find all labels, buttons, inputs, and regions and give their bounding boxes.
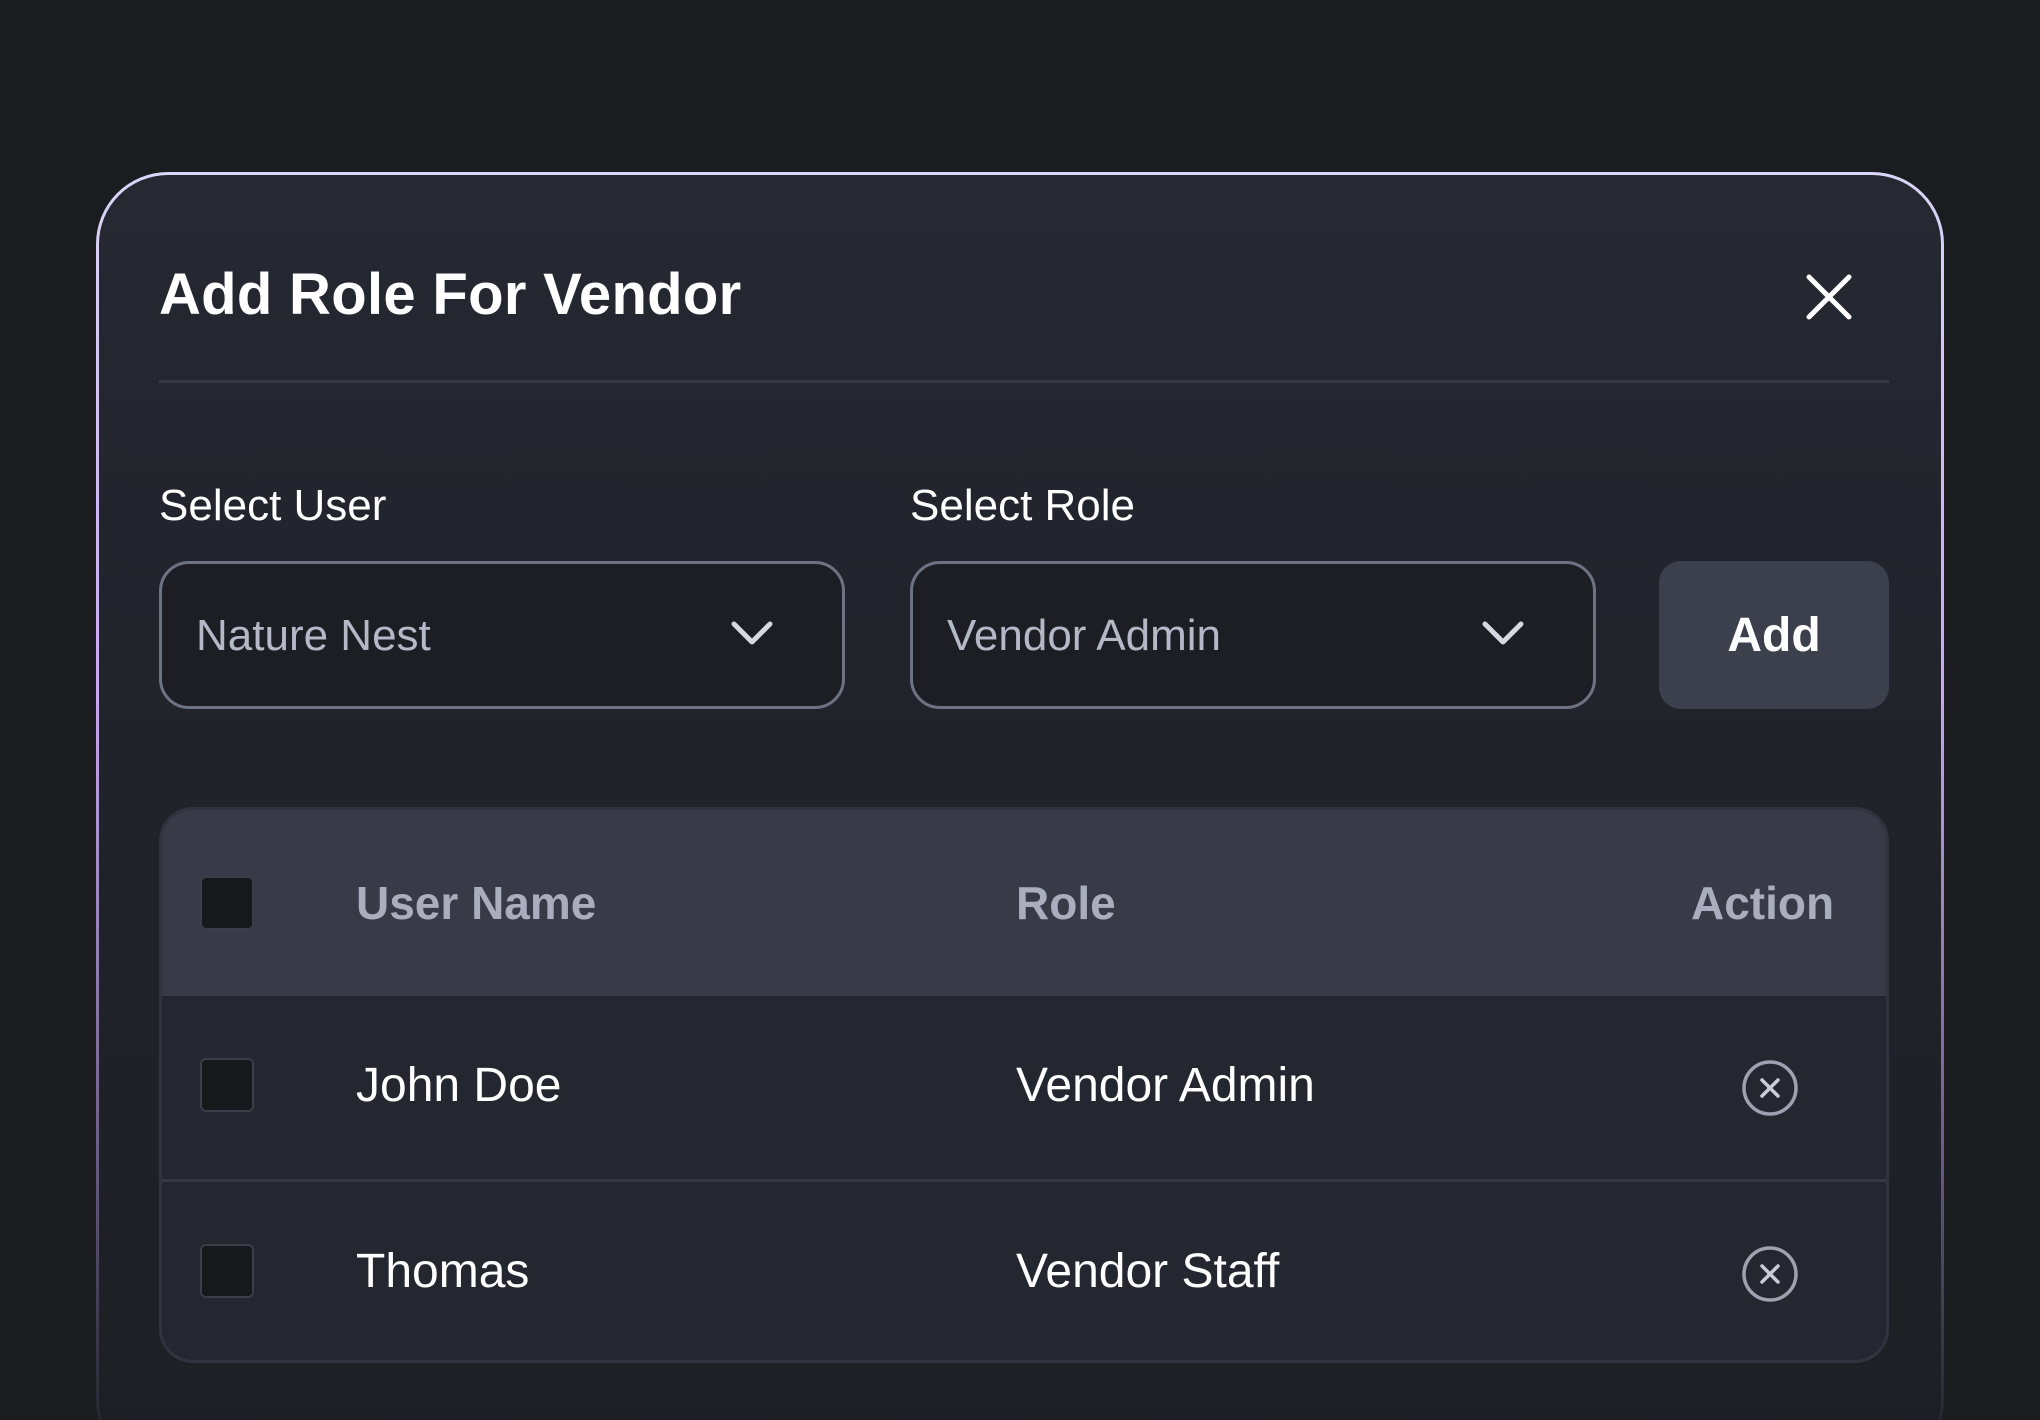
column-header-role: Role bbox=[1016, 877, 1116, 929]
select-user-value: Nature Nest bbox=[196, 611, 431, 660]
remove-role-button[interactable] bbox=[1740, 1244, 1800, 1304]
user-name-cell: Thomas bbox=[356, 1245, 530, 1298]
header-divider bbox=[159, 380, 1889, 383]
select-user-label: Select User bbox=[159, 481, 387, 530]
close-button[interactable] bbox=[1799, 267, 1859, 327]
screen-background: Add Role For Vendor Select User Nature N… bbox=[0, 0, 2040, 1420]
column-header-action: Action bbox=[1691, 877, 1835, 929]
add-button[interactable]: Add bbox=[1659, 561, 1889, 709]
column-header-user-name: User Name bbox=[356, 877, 597, 929]
chevron-down-icon bbox=[1482, 621, 1524, 645]
remove-circle-icon bbox=[1742, 1246, 1798, 1302]
select-role-label: Select Role bbox=[910, 481, 1136, 530]
user-name-cell: John Doe bbox=[356, 1059, 562, 1112]
table-header: User Name Role Action bbox=[162, 810, 1886, 996]
select-all-checkbox[interactable] bbox=[200, 876, 254, 930]
table-row: Thomas Vendor Staff bbox=[162, 1182, 1886, 1360]
modal-title: Add Role For Vendor bbox=[159, 262, 742, 327]
select-role-dropdown[interactable]: Vendor Admin bbox=[910, 561, 1596, 709]
role-cell: Vendor Staff bbox=[1016, 1245, 1280, 1298]
row-checkbox[interactable] bbox=[200, 1058, 254, 1112]
select-role-value: Vendor Admin bbox=[947, 611, 1221, 660]
chevron-down-icon bbox=[731, 621, 773, 645]
table-row: John Doe Vendor Admin bbox=[162, 996, 1886, 1179]
remove-circle-icon bbox=[1742, 1060, 1798, 1116]
select-user-dropdown[interactable]: Nature Nest bbox=[159, 561, 845, 709]
roles-table: User Name Role Action John Doe Vendor Ad… bbox=[159, 807, 1889, 1363]
role-cell: Vendor Admin bbox=[1016, 1059, 1315, 1112]
add-role-modal: Add Role For Vendor Select User Nature N… bbox=[99, 175, 1941, 1420]
remove-role-button[interactable] bbox=[1740, 1058, 1800, 1118]
close-icon bbox=[1806, 274, 1852, 320]
row-checkbox[interactable] bbox=[200, 1244, 254, 1298]
modal-border: Add Role For Vendor Select User Nature N… bbox=[96, 172, 1944, 1420]
